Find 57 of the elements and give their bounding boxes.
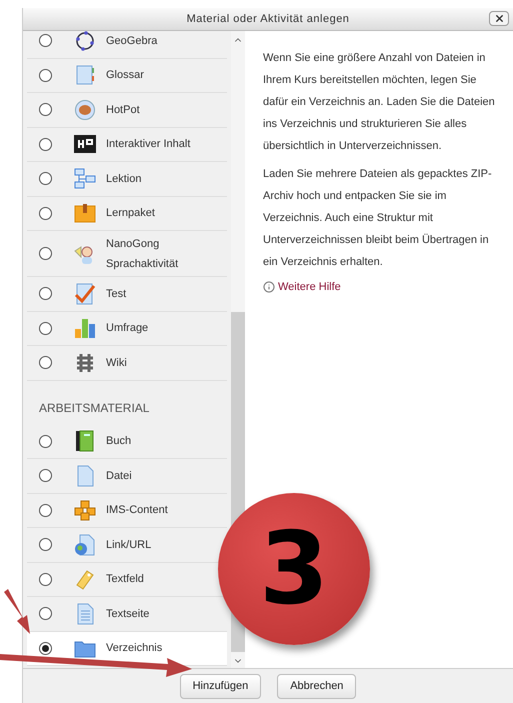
option-label[interactable]: Textseite bbox=[106, 606, 150, 622]
description-paragraph: Laden Sie mehrere Dateien als gepacktes ZIP-Archiv hoch und entpacken Sie sie im Verzeichnis. Auch eine Struktur mit Unterverzeichnissen bleibt beim Übertragen in ein Verzeichnis erhalten. bbox=[263, 167, 493, 270]
tag-icon bbox=[74, 568, 96, 590]
option-label[interactable]: Link/URL bbox=[106, 536, 152, 553]
flowchart-icon bbox=[74, 168, 96, 190]
radio-button[interactable] bbox=[39, 356, 52, 370]
option-label[interactable]: NanoGong Sprachaktivität bbox=[106, 234, 215, 274]
option-label[interactable]: Lernpaket bbox=[106, 205, 155, 222]
section-heading: ARBEITSMATERIAL bbox=[38, 400, 150, 416]
help-link[interactable]: Weitere Hilfe bbox=[278, 279, 341, 296]
radio-button[interactable] bbox=[39, 504, 52, 517]
radio-button[interactable] bbox=[39, 607, 52, 620]
option-label[interactable]: HotPot bbox=[106, 102, 140, 118]
radio-button[interactable] bbox=[39, 642, 52, 655]
radio-button[interactable] bbox=[39, 322, 52, 335]
option-label[interactable]: IMS-Content bbox=[106, 502, 168, 518]
radio-button[interactable] bbox=[39, 34, 52, 48]
book-icon bbox=[74, 430, 96, 452]
radio-button[interactable] bbox=[39, 172, 52, 186]
radio-button[interactable] bbox=[39, 538, 52, 552]
radio-button[interactable] bbox=[39, 287, 52, 300]
dialog-button[interactable]: Abbrechen bbox=[277, 674, 356, 698]
dialog-title: Material oder Aktivität anlegen bbox=[186, 12, 350, 27]
option-label[interactable]: Datei bbox=[106, 468, 132, 484]
option-label[interactable]: Lektion bbox=[106, 170, 142, 187]
ring-icon bbox=[74, 31, 96, 52]
option-label[interactable]: Verzeichnis bbox=[106, 640, 162, 656]
dictionary-icon bbox=[74, 64, 96, 86]
close-icon bbox=[494, 13, 504, 24]
option-label[interactable]: Textfeld bbox=[106, 571, 144, 588]
radio-button[interactable] bbox=[39, 138, 52, 151]
globe-document-icon bbox=[74, 534, 96, 556]
badge-number: 3 bbox=[259, 519, 329, 619]
info-icon bbox=[263, 281, 275, 294]
option-label[interactable]: Test bbox=[106, 286, 126, 302]
option-label[interactable]: GeoGebra bbox=[106, 32, 158, 49]
package-icon bbox=[74, 202, 96, 224]
option-label[interactable]: Interaktiver Inhalt bbox=[106, 136, 190, 152]
boxes-icon bbox=[74, 499, 96, 522]
radio-button[interactable] bbox=[39, 469, 52, 482]
close-button[interactable] bbox=[489, 11, 509, 26]
radio-button[interactable] bbox=[39, 247, 52, 260]
description-paragraph: Wenn Sie eine größere Anzahl von Dateien in Ihrem Kurs bereitstellen möchten, legen Sie dafür ein Verzeichnis an. Laden Sie die Dateien ins Verzeichnis und strukturieren Sie alles übersichtlich in Unterverzeichnissen. bbox=[263, 51, 496, 154]
bar-chart-icon bbox=[74, 317, 96, 340]
option-label[interactable]: Umfrage bbox=[106, 320, 148, 336]
option-label[interactable]: Glossar bbox=[106, 67, 144, 84]
radio-button[interactable] bbox=[39, 68, 52, 82]
hp-logo-icon bbox=[74, 133, 96, 156]
radio-button[interactable] bbox=[39, 103, 52, 116]
radio-button[interactable] bbox=[39, 206, 52, 220]
radio-button[interactable] bbox=[39, 572, 52, 586]
arrow bbox=[4, 589, 30, 634]
option-label[interactable]: Wiki bbox=[106, 354, 127, 371]
option-label[interactable]: Buch bbox=[106, 433, 132, 450]
radio-button[interactable] bbox=[39, 434, 52, 448]
dialog-button[interactable]: Hinzufügen bbox=[180, 674, 262, 698]
checkmark-document-icon bbox=[74, 282, 96, 305]
